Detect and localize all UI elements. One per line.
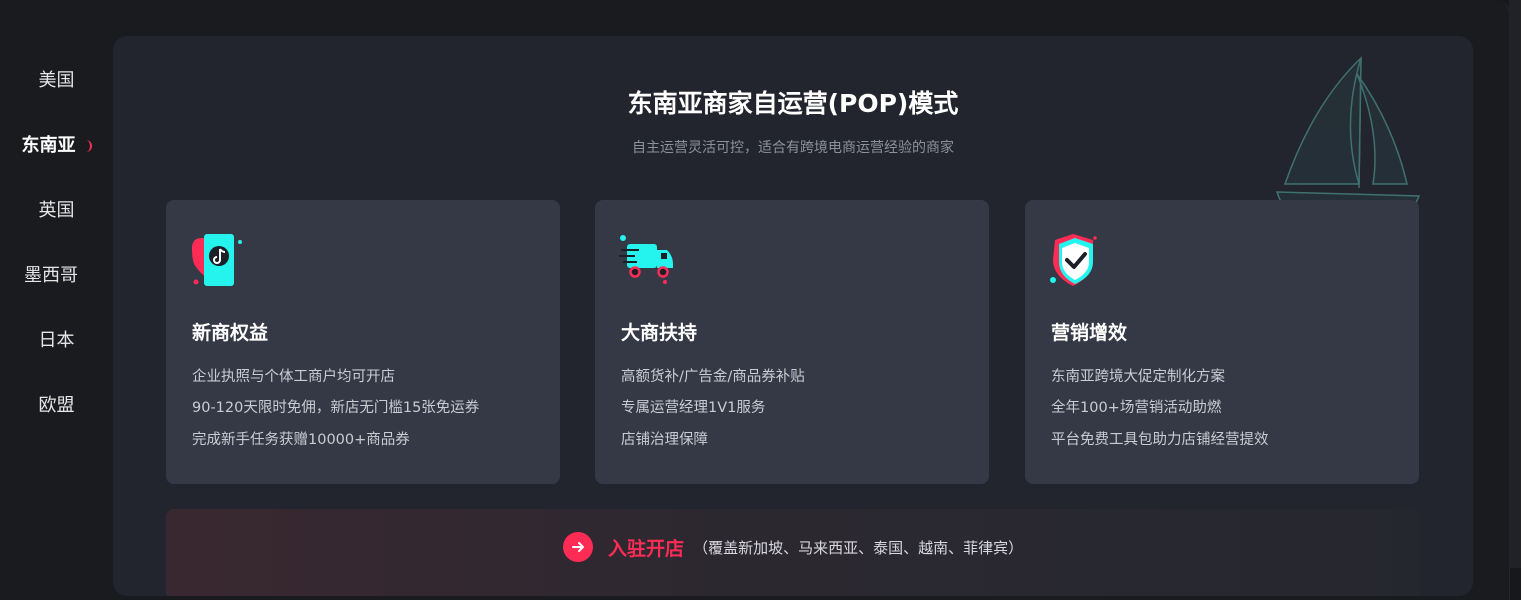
- sidebar-item-label: 东南亚: [21, 135, 76, 156]
- arrow-right-icon[interactable]: [562, 532, 593, 562]
- phone-heart-tiktok-icon: [192, 234, 242, 286]
- card-title: 营销增效: [1051, 322, 1128, 344]
- card-line: 完成新手任务获赠10000+商品券: [192, 432, 410, 448]
- sidebar-item-label: 欧盟: [38, 395, 75, 416]
- benefit-card-marketing: 营销增效 东南亚跨境大促定制化方案 全年100+场营销活动助燃 平台免费工具包助…: [1025, 200, 1419, 484]
- sidebar-item-label: 日本: [38, 330, 75, 351]
- shield-check-icon: [1050, 234, 1097, 286]
- sidebar-item-uk[interactable]: 英国: [0, 196, 113, 222]
- card-line: 高额货补/广告金/商品券补贴: [621, 369, 805, 385]
- mode-panel: 东南亚商家自运营(POP)模式 自主运营灵活可控，适合有跨境电商运营经验的商家 …: [113, 36, 1473, 596]
- cta-bar: 入驻开店 （覆盖新加坡、马来西亚、泰国、越南、菲律宾）: [166, 509, 1420, 596]
- card-line: 企业执照与个体工商户均可开店: [192, 369, 395, 385]
- sidebar-item-japan[interactable]: 日本: [0, 326, 113, 352]
- card-line: 东南亚跨境大促定制化方案: [1051, 369, 1225, 385]
- delivery-truck-icon: [619, 235, 673, 284]
- page-title: 东南亚商家自运营(POP)模式: [627, 89, 959, 118]
- cta-row: 入驻开店 （覆盖新加坡、马来西亚、泰国、越南、菲律宾）: [166, 532, 1420, 562]
- benefit-card-new-merchant: 新商权益 企业执照与个体工商户均可开店 90-120天限时免佣，新店无门槛15张…: [166, 200, 560, 484]
- card-title: 大商扶持: [621, 322, 698, 344]
- card-line: 平台免费工具包助力店铺经营提效: [1051, 432, 1269, 448]
- card-title: 新商权益: [192, 322, 269, 344]
- sidebar-item-label: 墨西哥: [24, 265, 78, 286]
- page-subtitle: 自主运营灵活可控，适合有跨境电商运营经验的商家: [632, 140, 954, 156]
- region-sidebar: 美国 东南亚 英国 墨西哥 日本 欧盟: [0, 0, 113, 568]
- card-line: 专属运营经理1V1服务: [621, 400, 766, 416]
- benefit-card-large-merchant: 大商扶持 高额货补/广告金/商品券补贴 专属运营经理1V1服务 店铺治理保障: [595, 200, 989, 484]
- sidebar-item-us[interactable]: 美国: [0, 66, 113, 92]
- card-line: 全年100+场营销活动助燃: [1051, 400, 1222, 416]
- sidebar-item-label: 美国: [38, 70, 75, 91]
- sidebar-item-mexico[interactable]: 墨西哥: [0, 261, 113, 287]
- sidebar-item-label: 英国: [38, 200, 75, 221]
- outer-edge: [1509, 0, 1521, 568]
- coverage-note: （覆盖新加坡、马来西亚、泰国、越南、菲律宾）: [693, 538, 1024, 557]
- card-line: 店铺治理保障: [621, 432, 708, 448]
- sidebar-item-southeast-asia[interactable]: 东南亚: [0, 131, 113, 157]
- open-store-link[interactable]: 入驻开店: [608, 534, 684, 561]
- card-line: 90-120天限时免佣，新店无门槛15张免运券: [192, 400, 480, 416]
- sidebar-item-eu[interactable]: 欧盟: [0, 391, 113, 417]
- active-indicator-icon: [82, 140, 92, 152]
